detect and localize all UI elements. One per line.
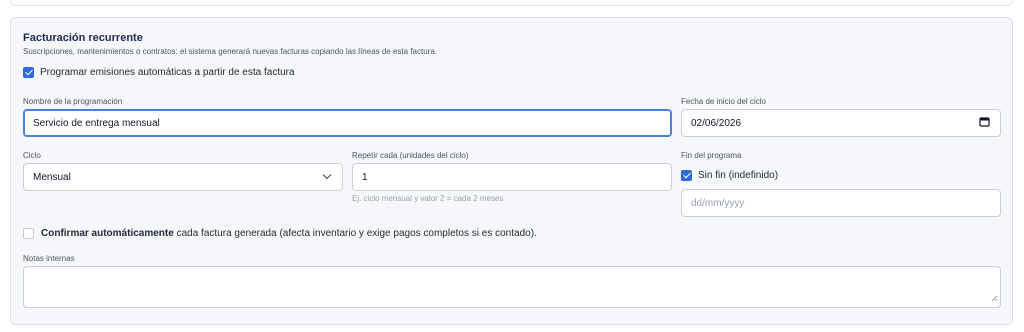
auto-confirm-checkbox[interactable] <box>23 228 34 239</box>
name-input-value: Servicio de entrega mensual <box>33 117 160 129</box>
repeat-input[interactable]: 1 <box>352 163 672 191</box>
repeat-label: Repetir cada (unidades del ciclo) <box>352 151 469 160</box>
start-date-input[interactable]: 02/06/2026 <box>681 109 1001 137</box>
repeat-input-value: 1 <box>362 171 368 183</box>
resize-handle-icon[interactable] <box>991 294 998 305</box>
calendar-icon[interactable] <box>979 116 990 130</box>
chevron-down-icon <box>322 172 332 183</box>
notes-textarea[interactable] <box>23 266 1001 308</box>
cycle-label: Ciclo <box>23 151 41 160</box>
auto-confirm-label-rest: cada factura generada (afecta inventario… <box>173 228 537 239</box>
end-program-label: Fin del programa <box>681 151 742 160</box>
no-end-checkbox[interactable] <box>681 170 692 181</box>
name-field-label: Nombre de la programación <box>23 97 123 106</box>
notes-label: Notas internas <box>23 254 75 263</box>
no-end-checkbox-label: Sin fin (indefinido) <box>698 170 779 181</box>
start-date-label: Fecha de inicio del ciclo <box>681 97 766 106</box>
auto-confirm-label-bold: Confirmar automáticamente <box>41 228 174 239</box>
name-input[interactable]: Servicio de entrega mensual <box>23 109 672 137</box>
repeat-hint: Ej. ciclo mensual y valor 2 = cada 2 mes… <box>352 194 504 203</box>
auto-confirm-label: Confirmar automáticamente cada factura g… <box>41 228 537 239</box>
section-subtitle: Suscripciones, mantenimientos o contrato… <box>23 47 438 56</box>
start-date-value: 02/06/2026 <box>691 117 742 129</box>
cycle-select[interactable]: Mensual <box>23 163 343 191</box>
end-date-input[interactable]: dd/mm/yyyy <box>681 189 1001 217</box>
previous-card <box>10 0 1013 6</box>
schedule-checkbox[interactable] <box>23 67 34 78</box>
end-date-placeholder: dd/mm/yyyy <box>691 197 745 209</box>
cycle-select-value: Mensual <box>33 171 71 183</box>
section-title: Facturación recurrente <box>23 32 143 44</box>
schedule-checkbox-label: Programar emisiones automáticas a partir… <box>40 67 295 78</box>
